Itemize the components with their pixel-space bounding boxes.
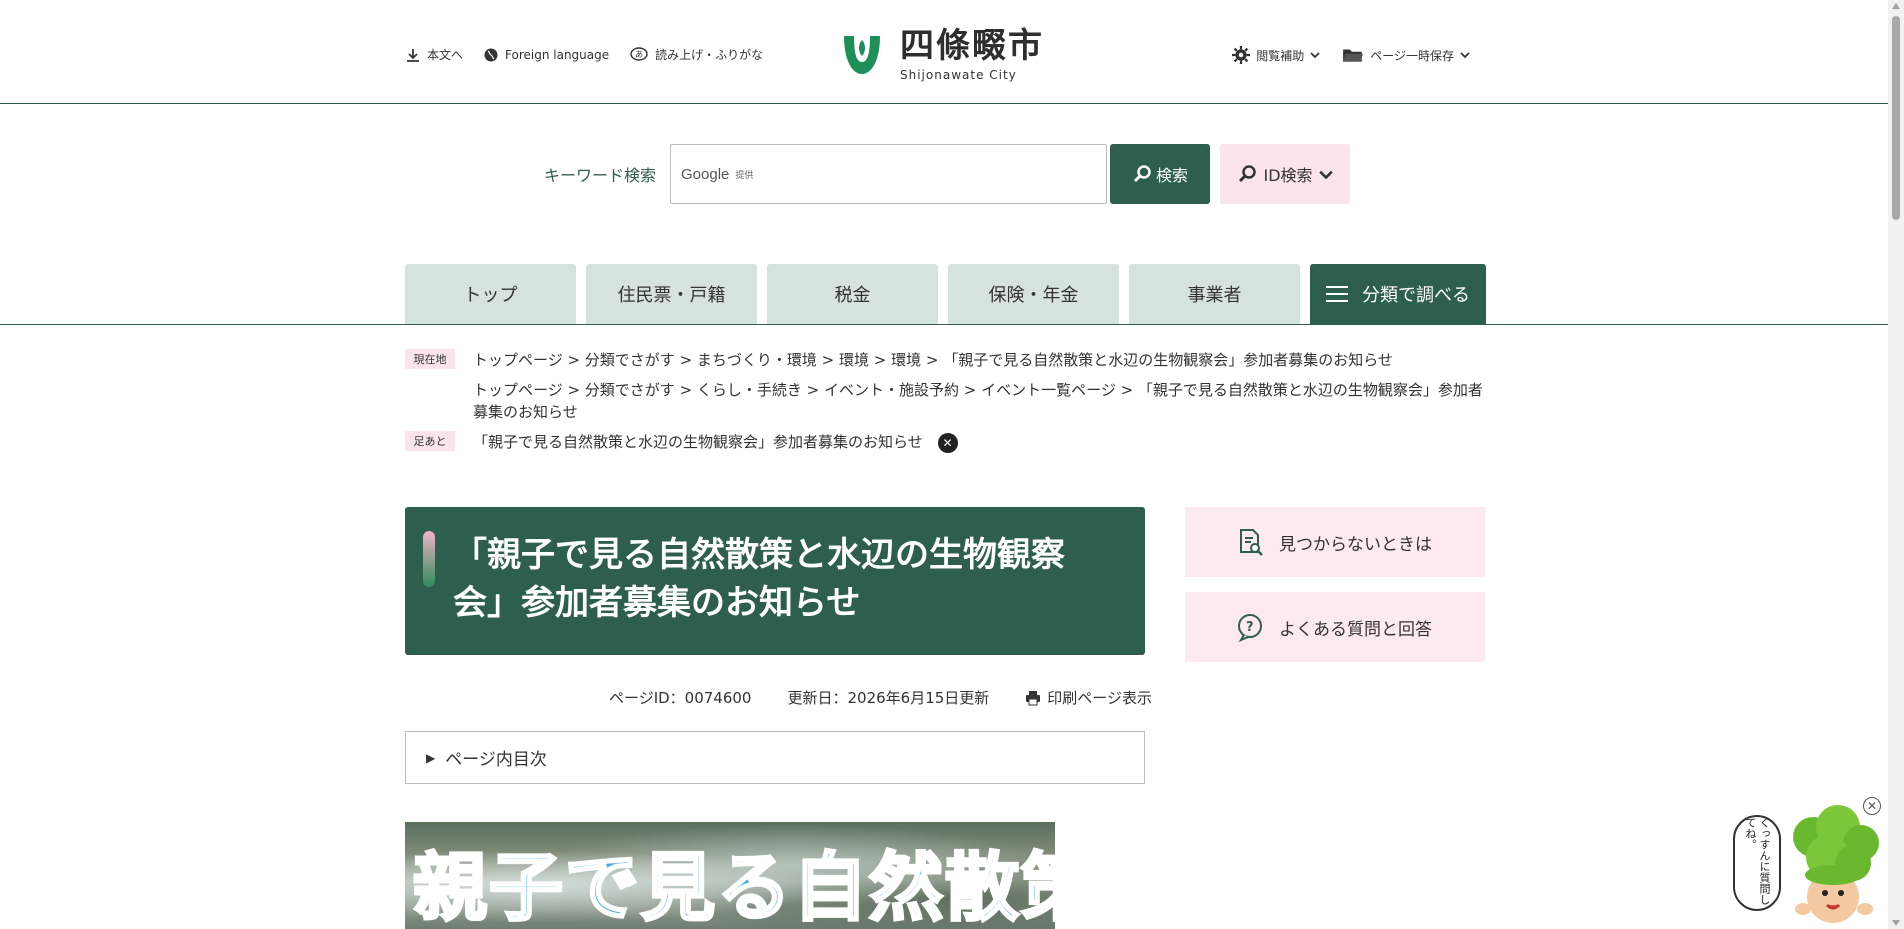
utility-links: 本文へ Foreign language あ 読み上げ・ふりがな xyxy=(405,46,763,63)
site-header: 本文へ Foreign language あ 読み上げ・ふりがな 四條畷市 Sh… xyxy=(0,0,1888,104)
svg-text:あ: あ xyxy=(635,50,643,59)
chevron-down-icon xyxy=(1318,170,1333,180)
download-icon xyxy=(407,48,419,62)
id-search-label: ID検索 xyxy=(1263,166,1313,185)
globe-icon xyxy=(484,48,498,61)
question-bubble-icon: ? xyxy=(1238,614,1262,642)
chevron-down-icon xyxy=(1310,52,1320,59)
city-logo[interactable]: 四條畷市 Shijonawate City xyxy=(838,26,1044,82)
search-provider-brand: Google xyxy=(681,165,730,183)
page-meta: ページID：0074600 更新日：2026年6月15日更新 印刷ページ表示 xyxy=(609,687,1152,708)
updated-date: 更新日：2026年6月15日更新 xyxy=(787,689,990,707)
search-icon xyxy=(1133,165,1151,183)
nav-item-business[interactable]: 事業者 xyxy=(1129,264,1300,324)
print-page-label: 印刷ページ表示 xyxy=(1047,689,1152,707)
nav-item-tax[interactable]: 税金 xyxy=(767,264,938,324)
category-search-label: 分類で調べる xyxy=(1362,285,1470,306)
id-search-button[interactable]: ID検索 xyxy=(1220,144,1351,204)
skip-to-content-link[interactable]: 本文へ xyxy=(405,46,463,63)
keyword-search-label: キーワード検索 xyxy=(544,166,657,185)
search-provider-sub: 提供 xyxy=(735,170,754,181)
faq-button[interactable]: ? よくある質問と回答 xyxy=(1185,592,1485,662)
page-id: ページID：0074600 xyxy=(609,689,752,707)
skip-to-content-label: 本文へ xyxy=(427,48,464,62)
nav-item-category-search[interactable]: 分類で調べる xyxy=(1310,264,1486,324)
breadcrumb-path-2[interactable]: トップページ > 分類でさがす > くらし・手続き > イベント・施設予約 > … xyxy=(473,379,1485,423)
not-found-help-label: 見つからないときは xyxy=(1279,534,1432,555)
document-search-icon xyxy=(1240,529,1263,556)
breadcrumb: 現在地 トップページ > 分類でさがす > まちづくり・環境 > 環境 > 環境… xyxy=(405,349,1485,461)
title-accent-bar xyxy=(423,531,435,587)
city-emblem-icon xyxy=(844,36,880,74)
utility-right: 閲覧補助 ページ一時保存 xyxy=(1232,46,1470,64)
gear-icon xyxy=(1232,46,1251,64)
global-nav: トップ 住民票・戸籍 税金 保険・年金 事業者 分類で調べる xyxy=(0,264,1888,325)
scroll-down-arrow[interactable] xyxy=(1892,920,1900,926)
foreign-language-link[interactable]: Foreign language xyxy=(483,47,609,63)
nav-item-top[interactable]: トップ xyxy=(405,264,576,324)
city-name: 四條畷市 xyxy=(900,26,1044,66)
search-icon xyxy=(1239,165,1257,183)
toc-label: ページ内目次 xyxy=(445,750,547,770)
search-area: キーワード検索 Google 提供 検索 ID検索 xyxy=(544,144,1351,204)
hero-image-text: 親子で見る自然散策と xyxy=(412,844,1056,929)
printer-icon xyxy=(1026,690,1041,705)
footprint-link[interactable]: 「親子で見る自然散策と水辺の生物観察会」参加者募集のお知らせ xyxy=(473,433,923,451)
city-name-english: Shijonawate City xyxy=(900,68,1017,82)
triangle-right-icon: ▶ xyxy=(426,750,436,765)
speech-bubble-icon: あ xyxy=(630,46,648,61)
folder-icon xyxy=(1343,49,1364,62)
nav-item-resident-register[interactable]: 住民票・戸籍 xyxy=(586,264,757,324)
page-temp-save-label: ページ一時保存 xyxy=(1370,48,1454,63)
breadcrumb-path-1[interactable]: トップページ > 分類でさがす > まちづくり・環境 > 環境 > 環境 > 「… xyxy=(473,349,1393,371)
browsing-assist-label: 閲覧補助 xyxy=(1256,48,1305,63)
foreign-language-label: Foreign language xyxy=(505,47,610,62)
hero-image: 親子で見る自然散策と xyxy=(405,822,1055,929)
table-of-contents-toggle[interactable]: ▶ ページ内目次 xyxy=(405,731,1145,784)
chatbot-mascot[interactable]: くっすんに質問してね。 ✕ xyxy=(1733,797,1883,929)
mascot-close-button[interactable]: ✕ xyxy=(1863,797,1881,815)
current-location-tag: 現在地 xyxy=(405,349,455,369)
search-input[interactable]: Google 提供 xyxy=(670,144,1108,204)
faq-label: よくある質問と回答 xyxy=(1279,619,1432,640)
page-scrollbar[interactable] xyxy=(1888,0,1904,929)
not-found-help-button[interactable]: 見つからないときは xyxy=(1185,507,1485,577)
scrollbar-thumb[interactable] xyxy=(1892,16,1900,220)
page-title: 「親子で見る自然散策と水辺の生物観察会」参加者募集のお知らせ xyxy=(453,535,1065,623)
page-temp-save-menu[interactable]: ページ一時保存 xyxy=(1342,46,1470,64)
print-page-link[interactable]: 印刷ページ表示 xyxy=(1025,687,1152,708)
close-icon[interactable]: ✕ xyxy=(937,432,958,453)
footprint-tag: 足あと xyxy=(405,431,455,451)
mascot-character-icon xyxy=(1793,805,1879,923)
svg-text:?: ? xyxy=(1246,620,1254,635)
scroll-up-arrow[interactable] xyxy=(1892,3,1900,9)
hamburger-icon xyxy=(1326,286,1348,302)
browsing-assist-menu[interactable]: 閲覧補助 xyxy=(1232,46,1320,64)
mascot-speech-bubble: くっすんに質問してね。 xyxy=(1733,815,1781,911)
page-title-box: 「親子で見る自然散策と水辺の生物観察会」参加者募集のお知らせ xyxy=(405,507,1145,655)
chevron-down-icon xyxy=(1460,52,1470,59)
read-aloud-link[interactable]: あ 読み上げ・ふりがな xyxy=(629,46,763,63)
mascot-speech-text: くっすんに質問してね。 xyxy=(1744,817,1771,905)
read-aloud-label: 読み上げ・ふりがな xyxy=(655,48,764,62)
search-button-label: 検索 xyxy=(1156,166,1189,185)
nav-item-insurance-pension[interactable]: 保険・年金 xyxy=(948,264,1119,324)
search-button[interactable]: 検索 xyxy=(1110,144,1211,204)
